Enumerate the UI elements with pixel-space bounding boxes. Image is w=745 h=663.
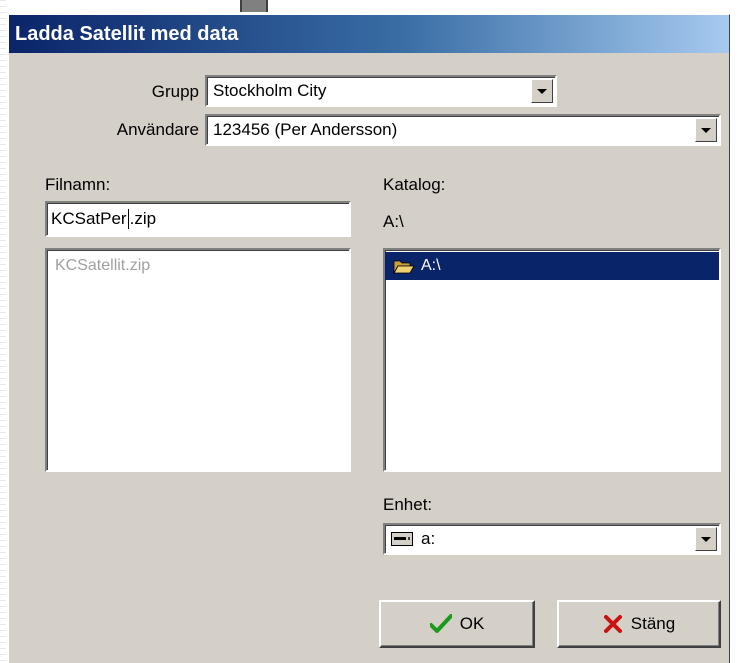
dialog-title[interactable]: Ladda Satellit med data — [9, 15, 729, 53]
chevron-down-icon — [701, 536, 711, 542]
group-select-value: Stockholm City — [213, 81, 327, 100]
user-select-value: 123456 (Per Andersson) — [213, 120, 398, 139]
current-directory-path: A:\ — [383, 212, 404, 231]
background-window-fragment — [240, 0, 268, 12]
open-folder-icon — [393, 258, 415, 274]
file-list[interactable]: KCSatellit.zip — [45, 248, 351, 472]
directory-label: Katalog: — [383, 175, 446, 194]
drive-label: Enhet: — [383, 495, 433, 514]
filename-input[interactable]: KCSatPer .zip — [45, 201, 351, 237]
filename-text-after-caret: .zip — [129, 209, 157, 228]
list-item[interactable]: A:\ — [385, 252, 719, 280]
group-select[interactable]: Stockholm City — [205, 75, 557, 107]
close-button[interactable]: Stäng — [557, 600, 721, 648]
drive-dropdown-button[interactable] — [695, 527, 717, 551]
text-caret — [127, 209, 129, 229]
group-label: Grupp — [151, 82, 199, 101]
background-window-edge — [0, 0, 6, 663]
chevron-down-icon — [701, 127, 711, 133]
chevron-down-icon — [537, 88, 547, 94]
x-icon — [603, 614, 623, 634]
list-item[interactable]: KCSatellit.zip — [47, 252, 349, 280]
ok-button[interactable]: OK — [379, 600, 535, 648]
filename-label: Filnamn: — [45, 175, 111, 194]
filename-text-before-caret: KCSatPer — [51, 209, 127, 228]
ok-button-label: OK — [459, 614, 485, 633]
floppy-drive-icon — [391, 532, 413, 546]
directory-list-item-name: A:\ — [421, 257, 441, 274]
directory-list[interactable]: A:\ — [383, 248, 721, 472]
filename-input-value: KCSatPer .zip — [51, 203, 156, 235]
close-button-label: Stäng — [630, 614, 676, 633]
drive-select-text: a: — [421, 529, 436, 548]
user-dropdown-button[interactable] — [695, 118, 717, 142]
file-list-item-name: KCSatellit.zip — [55, 257, 151, 274]
checkmark-icon — [429, 614, 452, 634]
load-satellite-dialog: Ladda Satellit med data Grupp Stockholm … — [8, 14, 730, 663]
user-select[interactable]: 123456 (Per Andersson) — [205, 114, 721, 146]
drive-select[interactable]: a: — [383, 523, 721, 555]
user-label: Användare — [116, 120, 199, 139]
group-dropdown-button[interactable] — [531, 79, 553, 103]
drive-select-value: a: — [391, 525, 435, 553]
screen: Ladda Satellit med data Grupp Stockholm … — [0, 0, 745, 663]
